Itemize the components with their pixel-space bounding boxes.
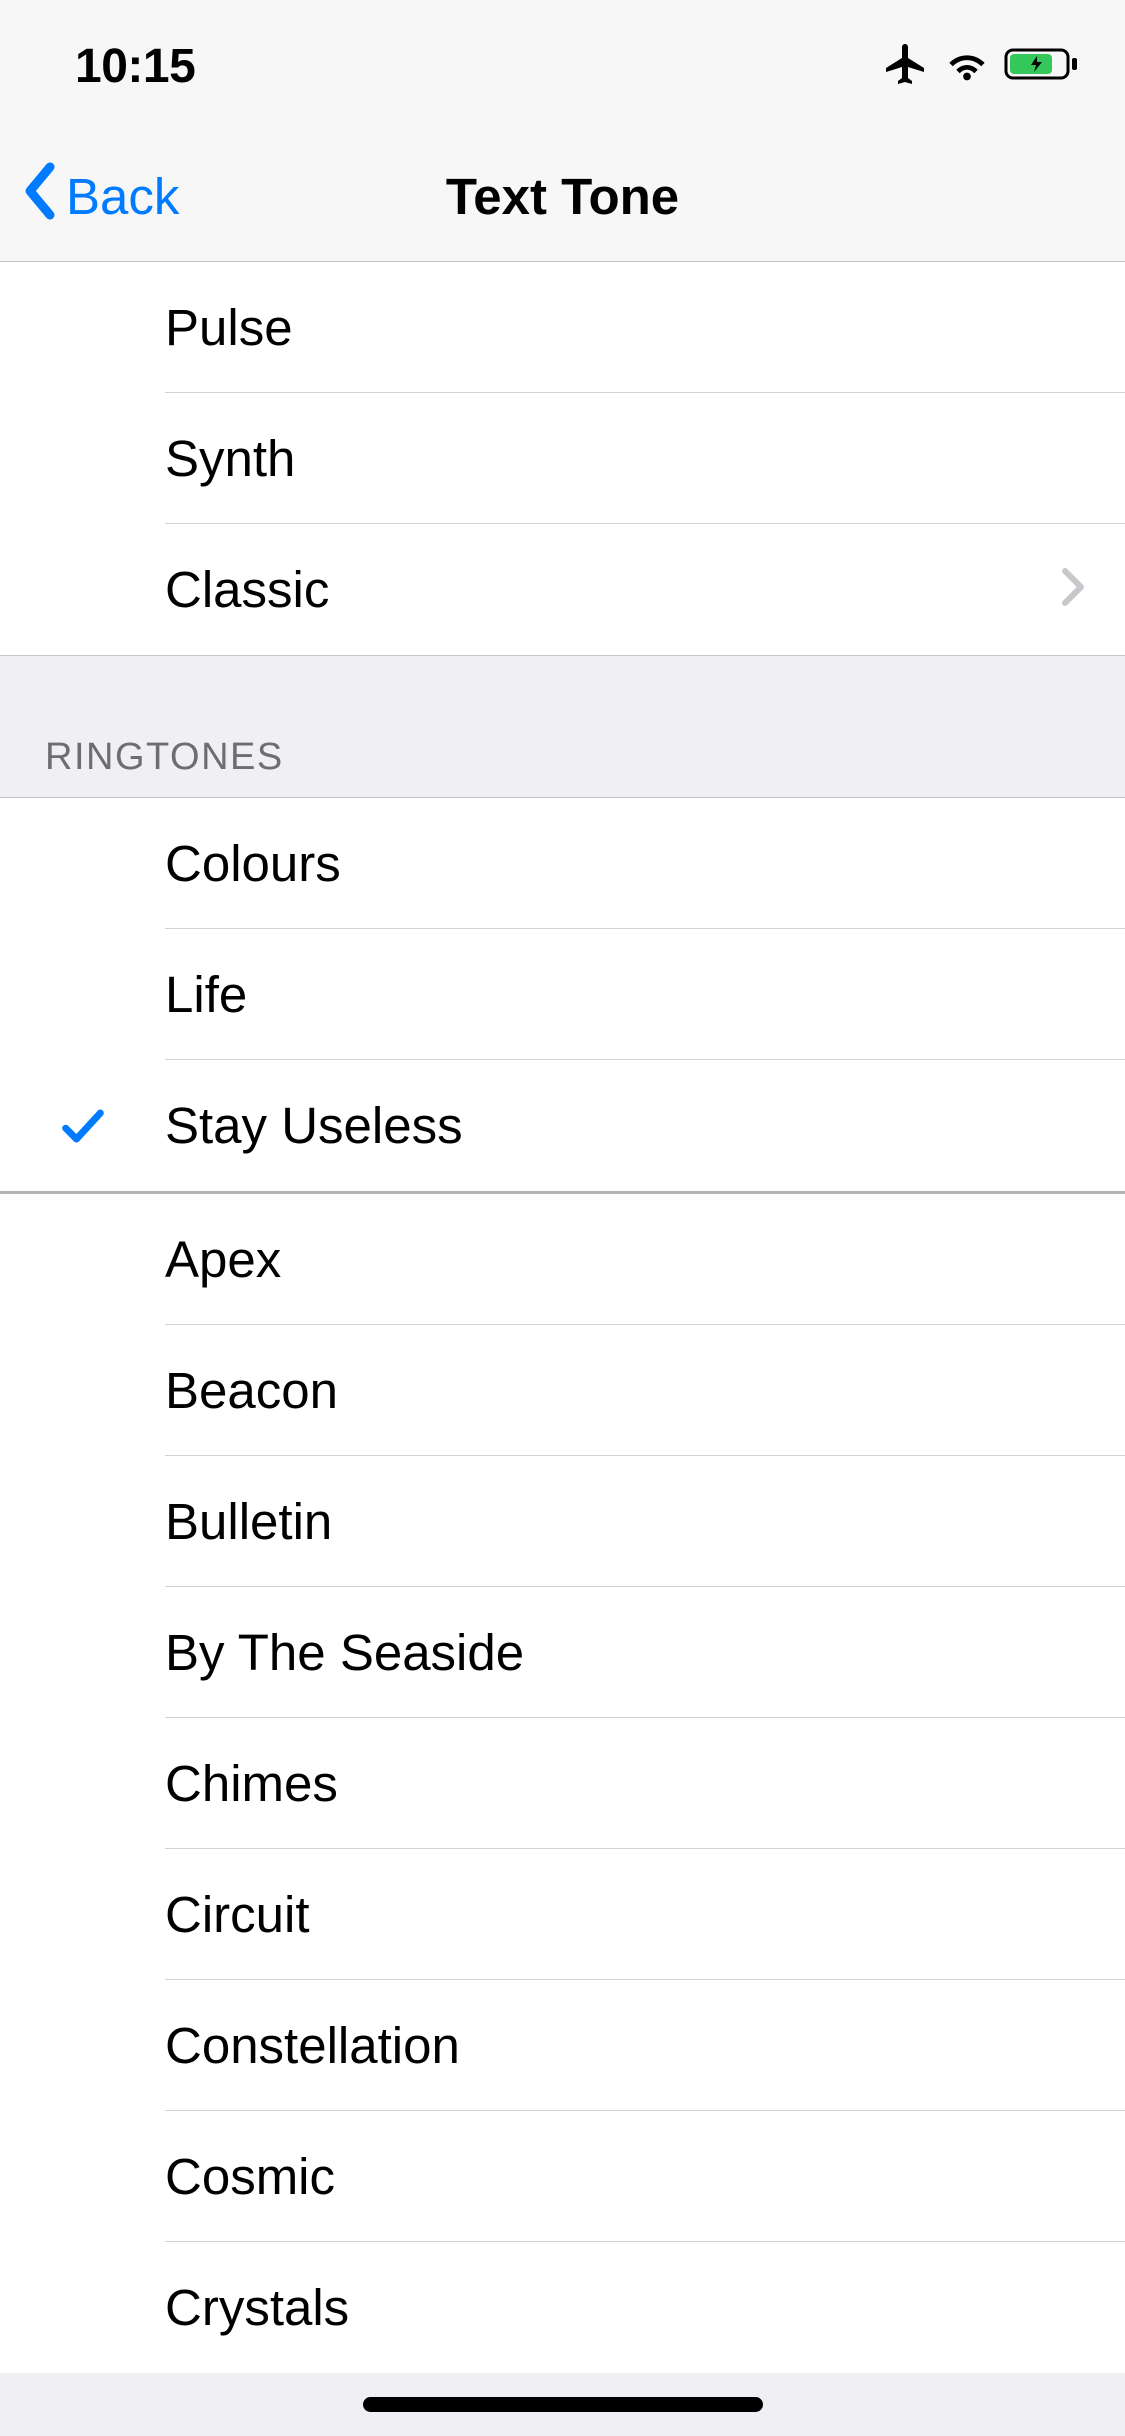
ringtone-row-apex[interactable]: Apex	[0, 1194, 1125, 1325]
ringtone-row-by-the-seaside[interactable]: By The Seaside	[0, 1587, 1125, 1718]
tone-label: Constellation	[165, 2016, 1085, 2075]
row-content: Circuit	[165, 1849, 1125, 1980]
ringtone-row-cosmic[interactable]: Cosmic	[0, 2111, 1125, 2242]
ringtones-header: RINGTONES	[0, 656, 1125, 798]
tone-row-classic[interactable]: Classic	[0, 524, 1125, 655]
ringtones-system-section: Apex Beacon Bulletin By The Seaside Chimes Ci…	[0, 1194, 1125, 2373]
battery-charging-icon	[1004, 46, 1080, 87]
row-content: Bulletin	[165, 1456, 1125, 1587]
tone-label: Colours	[165, 834, 1085, 893]
row-content: Crystals	[165, 2242, 1125, 2373]
alert-tones-section: Pulse Synth Classic	[0, 262, 1125, 656]
tone-label: Classic	[165, 560, 1061, 619]
row-content: Chimes	[165, 1718, 1125, 1849]
row-content: Stay Useless	[165, 1060, 1125, 1191]
tone-label: Cosmic	[165, 2147, 1085, 2206]
ringtone-row-chimes[interactable]: Chimes	[0, 1718, 1125, 1849]
tone-label: Circuit	[165, 1885, 1085, 1944]
row-content: Synth	[165, 393, 1125, 524]
ringtone-row-beacon[interactable]: Beacon	[0, 1325, 1125, 1456]
checkmark-icon	[0, 1100, 165, 1152]
wifi-icon	[944, 44, 990, 89]
row-content: Life	[165, 929, 1125, 1060]
chevron-right-icon	[1061, 567, 1085, 612]
tone-label: Bulletin	[165, 1492, 1085, 1551]
tone-label: By The Seaside	[165, 1623, 1085, 1682]
ringtone-row-life[interactable]: Life	[0, 929, 1125, 1060]
status-bar: 10:15	[0, 0, 1125, 132]
status-icons	[882, 40, 1080, 93]
chevron-left-icon	[22, 161, 58, 233]
tone-label: Stay Useless	[165, 1096, 1085, 1155]
tone-label: Synth	[165, 429, 1085, 488]
ringtone-row-stay-useless[interactable]: Stay Useless	[0, 1060, 1125, 1191]
ringtone-row-circuit[interactable]: Circuit	[0, 1849, 1125, 1980]
tone-label: Apex	[165, 1230, 1085, 1289]
tone-label: Chimes	[165, 1754, 1085, 1813]
status-time: 10:15	[75, 39, 195, 94]
tone-row-pulse[interactable]: Pulse	[0, 262, 1125, 393]
row-content: By The Seaside	[165, 1587, 1125, 1718]
home-indicator[interactable]	[363, 2397, 763, 2412]
airplane-mode-icon	[882, 40, 930, 93]
row-content: Apex	[165, 1194, 1125, 1325]
nav-bar: Back Text Tone	[0, 132, 1125, 262]
tone-row-synth[interactable]: Synth	[0, 393, 1125, 524]
ringtone-row-crystals[interactable]: Crystals	[0, 2242, 1125, 2373]
row-content: Constellation	[165, 1980, 1125, 2111]
tone-label: Life	[165, 965, 1085, 1024]
ringtones-custom-section: Colours Life Stay Useless	[0, 798, 1125, 1191]
row-content: Pulse	[165, 262, 1125, 393]
row-content: Colours	[165, 798, 1125, 929]
tone-label: Pulse	[165, 298, 1085, 357]
tone-label: Beacon	[165, 1361, 1085, 1420]
row-content: Cosmic	[165, 2111, 1125, 2242]
row-content: Classic	[165, 524, 1125, 655]
row-content: Beacon	[165, 1325, 1125, 1456]
ringtone-row-constellation[interactable]: Constellation	[0, 1980, 1125, 2111]
back-button[interactable]: Back	[22, 161, 179, 233]
ringtone-row-colours[interactable]: Colours	[0, 798, 1125, 929]
tone-label: Crystals	[165, 2278, 1085, 2337]
back-label: Back	[66, 167, 179, 226]
ringtone-row-bulletin[interactable]: Bulletin	[0, 1456, 1125, 1587]
